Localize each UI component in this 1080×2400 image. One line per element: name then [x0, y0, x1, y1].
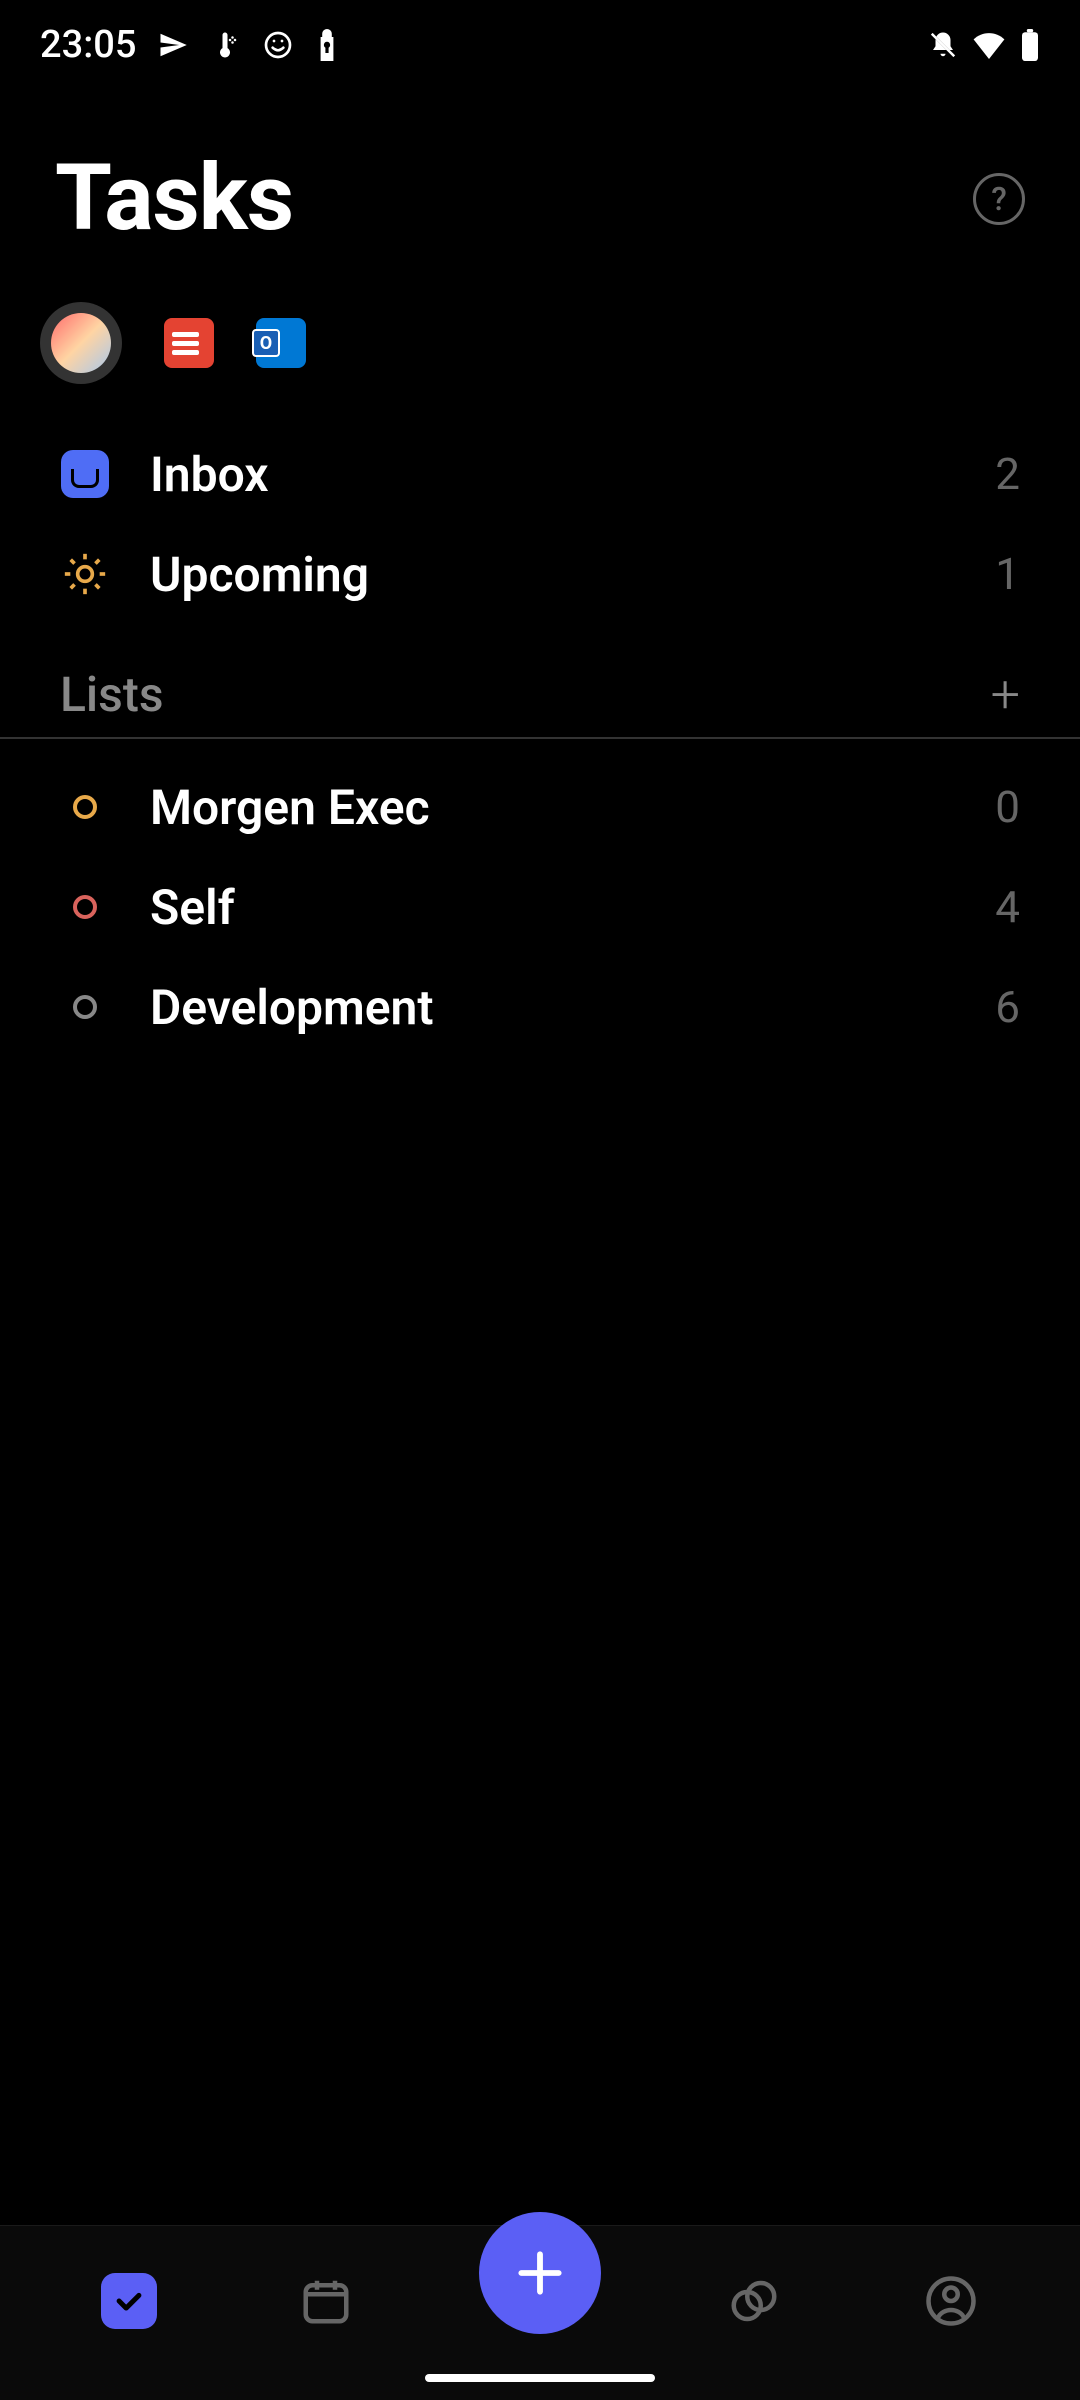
plus-icon — [512, 2245, 568, 2301]
upcoming-count: 1 — [995, 548, 1020, 600]
add-button[interactable] — [479, 2212, 601, 2334]
status-left: 23:05 — [40, 23, 338, 67]
list-row-development[interactable]: Development 6 — [60, 957, 1020, 1057]
list-bullet-icon — [60, 782, 110, 832]
inbox-count: 2 — [995, 448, 1020, 500]
telegram-icon — [158, 30, 188, 60]
battery-icon — [1020, 29, 1040, 61]
person-icon — [924, 2274, 978, 2328]
list-count: 6 — [995, 981, 1020, 1033]
upcoming-label: Upcoming — [150, 546, 955, 603]
home-indicator[interactable] — [425, 2374, 655, 2382]
list-count: 0 — [995, 781, 1020, 833]
list-row-self[interactable]: Self 4 — [60, 857, 1020, 957]
list-count: 4 — [995, 881, 1020, 933]
outlook-account-icon[interactable]: O — [256, 318, 306, 368]
avatar-image — [51, 313, 111, 373]
whatsapp-icon — [262, 29, 294, 61]
user-lists-section: Morgen Exec 0 Self 4 Development 6 — [0, 757, 1080, 1057]
upcoming-row[interactable]: Upcoming 1 — [60, 524, 1020, 624]
status-bar: 23:05 — [0, 0, 1080, 90]
list-bullet-icon — [60, 882, 110, 932]
inbox-row[interactable]: Inbox 2 — [60, 424, 1020, 524]
sun-icon — [60, 549, 110, 599]
nav-profile[interactable] — [906, 2256, 996, 2346]
list-label: Self — [150, 879, 955, 936]
list-label: Development — [150, 979, 955, 1036]
page-title: Tasks — [55, 145, 293, 252]
help-icon: ? — [991, 180, 1007, 218]
list-row-morgen-exec[interactable]: Morgen Exec 0 — [60, 757, 1020, 857]
lock-icon — [316, 29, 338, 61]
inbox-label: Inbox — [150, 446, 955, 503]
tasks-icon — [101, 2273, 157, 2329]
thermometer-icon — [210, 30, 240, 60]
wifi-icon — [972, 31, 1006, 59]
todoist-account-icon[interactable] — [164, 318, 214, 368]
lists-title: Lists — [60, 666, 164, 723]
accounts-row: O — [0, 282, 1080, 424]
nav-link[interactable] — [709, 2256, 799, 2346]
nav-calendar[interactable] — [281, 2256, 371, 2346]
lists-header: Lists + — [0, 624, 1080, 739]
list-bullet-icon — [60, 982, 110, 1032]
account-avatar[interactable] — [40, 302, 122, 384]
help-button[interactable]: ? — [973, 173, 1025, 225]
nav-tasks[interactable] — [84, 2256, 174, 2346]
add-list-button[interactable]: + — [991, 664, 1020, 725]
status-right — [928, 29, 1040, 61]
header: Tasks ? — [0, 90, 1080, 282]
list-label: Morgen Exec — [150, 779, 955, 836]
clock: 23:05 — [40, 23, 136, 67]
calendar-icon — [299, 2274, 353, 2328]
notifications-off-icon — [928, 30, 958, 60]
link-icon — [727, 2274, 781, 2328]
inbox-icon — [60, 449, 110, 499]
smart-lists-section: Inbox 2 Upcoming 1 — [0, 424, 1080, 624]
